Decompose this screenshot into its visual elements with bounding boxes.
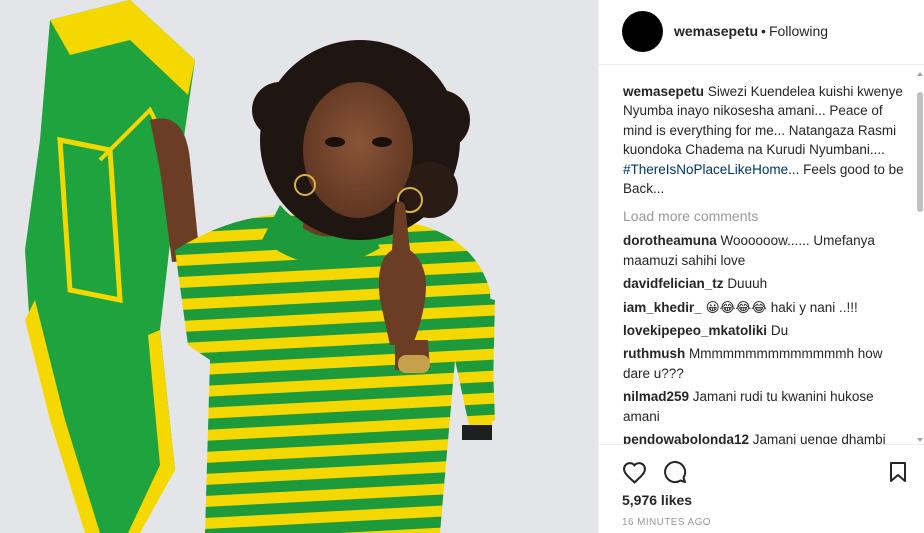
like-button[interactable] [621, 459, 647, 485]
comment-text: Jamani uenge dhambi [752, 432, 886, 444]
separator-dot: • [761, 23, 766, 39]
comment-text: 😀😂😂😂 haki y nani ..!!! [705, 299, 858, 315]
caption-author-link[interactable]: wemasepetu [623, 84, 704, 99]
scroll-up-arrow-icon[interactable] [917, 72, 923, 76]
comment: lovekipepeo_mkatoliki Du [623, 321, 907, 340]
heart-outline-icon [622, 461, 646, 484]
post-actions: 5,976 likes 16 MINUTES AGO [599, 444, 924, 533]
caption: wemasepetu Siwezi Kuendelea kuishi kweny… [623, 82, 907, 198]
post-header: wemasepetu • Following [599, 0, 924, 65]
follow-status-button[interactable]: Following [769, 23, 828, 39]
comment-author-link[interactable]: iam_khedir_ [623, 300, 702, 315]
bookmark-icon [890, 462, 906, 482]
comment-text: Duuuh [727, 276, 768, 292]
post-image [0, 0, 598, 533]
comment-button[interactable] [662, 459, 688, 485]
comment-text: Du [770, 323, 789, 339]
comment: pendowabolonda12 Jamani uenge dhambi [623, 430, 907, 444]
avatar[interactable] [622, 11, 663, 52]
save-button[interactable] [885, 459, 911, 485]
like-count[interactable]: 5,976 likes [622, 492, 692, 508]
comment: dorotheamuna Woooooow...... Umefanya maa… [623, 231, 907, 270]
comment-author-link[interactable]: pendowabolonda12 [623, 432, 749, 444]
comments-list[interactable]: wemasepetu Siwezi Kuendelea kuishi kweny… [599, 66, 917, 444]
username-link[interactable]: wemasepetu [674, 23, 758, 39]
comment: nilmad259 Jamani rudi tu kwanini hukose … [623, 387, 907, 426]
comment-author-link[interactable]: davidfelician_tz [623, 276, 724, 291]
comment-author-link[interactable]: lovekipepeo_mkatoliki [623, 323, 767, 338]
post-timestamp[interactable]: 16 MINUTES AGO [622, 517, 711, 528]
header-text: wemasepetu • Following [674, 23, 828, 40]
caption-hashtag-link[interactable]: #ThereIsNoPlaceLikeHome [623, 162, 788, 177]
comment: davidfelician_tz Duuuh [623, 274, 907, 293]
load-more-comments-button[interactable]: Load more comments [623, 207, 907, 225]
scroll-down-arrow-icon[interactable] [917, 438, 923, 442]
post-sidebar: wemasepetu • Following wemasepetu Siwezi K… [598, 0, 924, 533]
post-photo[interactable] [0, 0, 598, 533]
comment: iam_khedir_ 😀😂😂😂 haki y nani ..!!! [623, 298, 907, 317]
comment-author-link[interactable]: ruthmush [623, 346, 685, 361]
comments-scrollbar[interactable] [916, 70, 924, 444]
comment-author-link[interactable]: nilmad259 [623, 389, 689, 404]
comment: ruthmush Mmmmmmmmmmmmmmh how dare u??? [623, 344, 907, 383]
scrollbar-thumb[interactable] [917, 92, 923, 212]
speech-bubble-icon [664, 461, 687, 484]
comment-author-link[interactable]: dorotheamuna [623, 233, 717, 248]
